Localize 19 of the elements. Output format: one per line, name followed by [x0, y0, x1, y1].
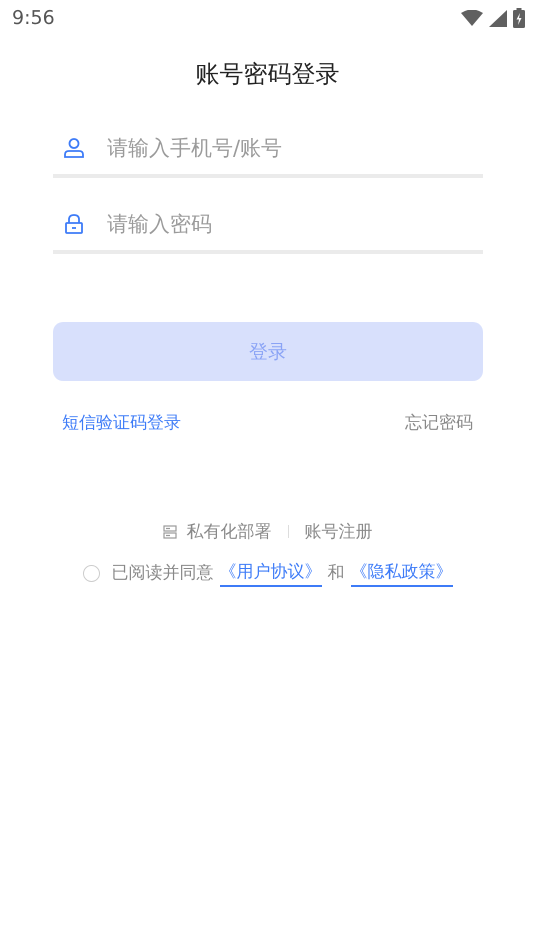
- input-field[interactable]: 请输入密码: [107, 212, 483, 236]
- battery-icon: [513, 8, 525, 28]
- agreement-checkbox[interactable]: [82, 564, 100, 582]
- sms-login-link[interactable]: 短信验证码登录: [62, 411, 181, 434]
- conjunction-text: 和: [328, 562, 344, 585]
- lock-icon: [63, 213, 85, 235]
- page-title: 账号密码登录: [194, 59, 340, 90]
- status-time: 9:56: [12, 7, 55, 29]
- private-deploy-link[interactable]: 私有化部署: [162, 520, 272, 543]
- wifi-icon: [461, 10, 483, 26]
- forgot-password-link[interactable]: 忘记密码: [405, 411, 473, 434]
- signal-icon: [489, 10, 507, 26]
- server-icon: [162, 524, 176, 538]
- input-field[interactable]: 请输入手机号/账号: [107, 136, 483, 160]
- user-agreement-link[interactable]: 《用户协议》: [220, 559, 322, 587]
- user-icon: [63, 137, 85, 159]
- agreement-text: 已阅读并同意: [112, 562, 214, 585]
- privacy-policy-link[interactable]: 《隐私政策》: [350, 559, 452, 587]
- register-link[interactable]: 账号注册: [304, 520, 372, 543]
